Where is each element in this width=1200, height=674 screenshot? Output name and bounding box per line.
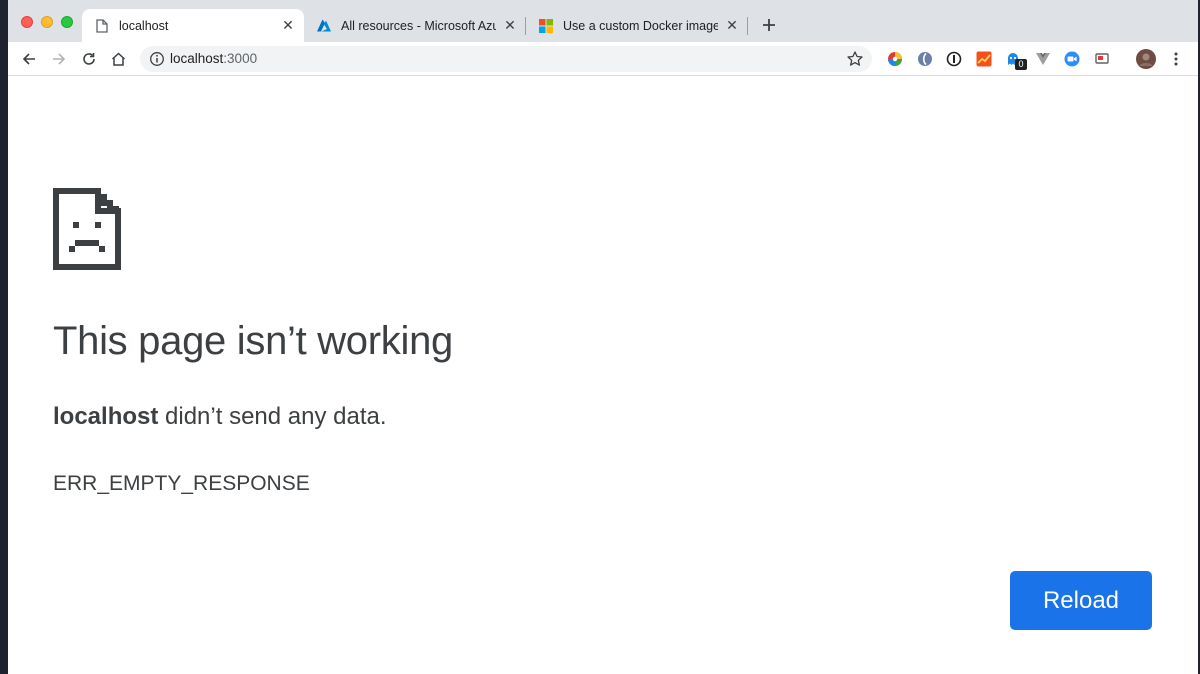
reload-page-button[interactable]: [78, 48, 100, 70]
zoom-window-button[interactable]: [61, 16, 73, 28]
refresh-icon: [83, 53, 95, 65]
cast-extension-icon[interactable]: [1093, 50, 1111, 68]
bookmark-star-icon[interactable]: [846, 50, 864, 68]
browser-window: localhost ✕ All resources - Microsoft Az…: [8, 0, 1198, 674]
minimize-window-button[interactable]: [41, 16, 53, 28]
document-icon: [94, 18, 110, 34]
home-button[interactable]: [107, 48, 129, 70]
extension-badge: 0: [1015, 59, 1027, 70]
password-manager-extension-icon[interactable]: [945, 50, 963, 68]
close-tab-icon[interactable]: ✕: [280, 17, 296, 34]
zoom-extension-icon[interactable]: [1063, 50, 1081, 68]
color-wheel-extension-icon[interactable]: [886, 50, 904, 68]
url-text: localhost:3000: [170, 51, 257, 66]
reload-button[interactable]: Reload: [1010, 571, 1152, 630]
error-code: ERR_EMPTY_RESPONSE: [53, 472, 310, 495]
url-port: :3000: [223, 51, 258, 66]
arrow-right-icon: [53, 53, 66, 65]
error-page: This page isn’t working localhost didn’t…: [8, 77, 1198, 674]
menu-kebab-icon[interactable]: [1167, 50, 1185, 68]
tab-docker-docs[interactable]: Use a custom Docker image fo ✕: [526, 9, 748, 42]
info-icon[interactable]: [149, 51, 165, 67]
azure-icon: [316, 18, 332, 34]
close-tab-icon[interactable]: ✕: [502, 17, 518, 34]
tab-title: All resources - Microsoft Azure: [341, 18, 496, 33]
profile-avatar[interactable]: [1136, 49, 1156, 69]
url-host: localhost: [170, 51, 224, 66]
tab-localhost[interactable]: localhost ✕: [82, 9, 304, 42]
plus-icon: [763, 19, 775, 31]
home-icon: [111, 52, 125, 66]
arrow-left-icon: [22, 53, 35, 65]
new-tab-button[interactable]: [758, 14, 780, 36]
back-button[interactable]: [18, 48, 40, 70]
tab-separator: [747, 17, 748, 35]
sad-document-icon: [53, 188, 121, 270]
microsoft-icon: [538, 18, 554, 34]
error-summary: localhost didn’t send any data.: [53, 403, 387, 431]
error-host: localhost: [53, 403, 159, 430]
tab-title: localhost: [119, 18, 169, 33]
close-tab-icon[interactable]: ✕: [724, 17, 740, 34]
vue-devtools-extension-icon[interactable]: [1034, 50, 1052, 68]
error-message: didn’t send any data.: [158, 403, 387, 430]
tab-title: Use a custom Docker image fo: [563, 18, 718, 33]
tab-strip: localhost ✕ All resources - Microsoft Az…: [8, 0, 1198, 42]
close-window-button[interactable]: [21, 16, 33, 28]
globe-extension-icon[interactable]: [916, 50, 934, 68]
analytics-extension-icon[interactable]: [975, 50, 993, 68]
error-headline: This page isn’t working: [53, 319, 453, 363]
forward-button[interactable]: [48, 48, 70, 70]
address-bar[interactable]: localhost:3000: [140, 46, 872, 72]
tab-azure[interactable]: All resources - Microsoft Azure ✕: [304, 9, 526, 42]
